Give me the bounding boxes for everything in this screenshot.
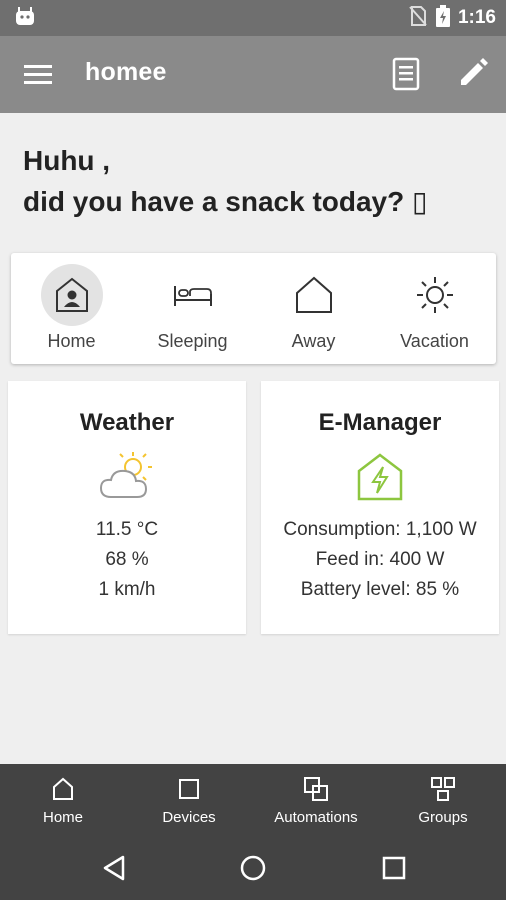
bottom-navigation: Home Devices Automations Groups bbox=[0, 764, 506, 836]
emanager-title: E-Manager bbox=[318, 409, 442, 436]
edit-icon bbox=[461, 58, 488, 85]
nav-home[interactable]: Home bbox=[0, 764, 126, 836]
mode-sleeping[interactable]: Sleeping bbox=[132, 253, 253, 364]
nav-automations[interactable]: Automations bbox=[253, 764, 379, 836]
recents-button[interactable] bbox=[374, 850, 414, 886]
greeting: Huhu , did you have a snack today? ▯ bbox=[23, 140, 493, 222]
bed-icon bbox=[162, 264, 224, 326]
mode-home[interactable]: Home bbox=[11, 253, 132, 364]
mode-away[interactable]: Away bbox=[253, 253, 374, 364]
system-navigation bbox=[0, 836, 506, 900]
weather-temperature: 11.5 °C bbox=[95, 519, 159, 540]
battery-charging-icon bbox=[435, 4, 450, 32]
weather-tile[interactable]: Weather 11.5 °C 68 % 1 km/h bbox=[8, 381, 246, 634]
mode-vacation[interactable]: Vacation bbox=[374, 253, 495, 364]
house-outline-icon bbox=[283, 264, 345, 326]
devices-icon bbox=[177, 776, 201, 807]
mode-label: Away bbox=[291, 331, 336, 351]
android-debug-icon bbox=[14, 6, 36, 31]
menu-icon bbox=[24, 65, 52, 84]
edit-button[interactable] bbox=[456, 56, 490, 92]
status-bar: 1:16 bbox=[0, 0, 506, 36]
circle-home-icon bbox=[240, 855, 266, 881]
home-system-button[interactable] bbox=[233, 850, 273, 886]
back-button[interactable] bbox=[94, 850, 134, 886]
menu-button[interactable] bbox=[22, 60, 54, 90]
nav-devices[interactable]: Devices bbox=[126, 764, 252, 836]
greeting-line-2: did you have a snack today? ▯ bbox=[23, 186, 428, 217]
greeting-line-1: Huhu , bbox=[23, 145, 111, 176]
weather-humidity: 68 % bbox=[105, 549, 149, 570]
sun-icon bbox=[404, 264, 466, 326]
modes-card: Home Sleeping Away Vacation bbox=[11, 253, 496, 364]
home-icon bbox=[51, 776, 75, 807]
weather-title: Weather bbox=[79, 409, 175, 436]
groups-icon bbox=[430, 776, 456, 807]
app-title: homee bbox=[85, 58, 167, 86]
nav-label: Automations bbox=[274, 809, 358, 826]
app-bar: homee bbox=[0, 36, 506, 113]
weather-wind: 1 km/h bbox=[98, 579, 156, 600]
nav-label: Groups bbox=[418, 809, 468, 826]
home-person-icon bbox=[40, 264, 103, 326]
automations-icon bbox=[303, 776, 329, 807]
no-sim-icon bbox=[408, 5, 428, 32]
nav-label: Devices bbox=[162, 809, 216, 826]
emanager-tile[interactable]: E-Manager Consumption: 1,100 W Feed in: … bbox=[261, 381, 499, 634]
mode-label: Vacation bbox=[400, 331, 469, 351]
emanager-feed-in: Feed in: 400 W bbox=[315, 549, 445, 570]
emanager-consumption: Consumption: 1,100 W bbox=[283, 519, 477, 540]
partly-cloudy-icon bbox=[99, 451, 155, 506]
emanager-battery: Battery level: 85 % bbox=[300, 579, 460, 600]
status-time: 1:16 bbox=[457, 7, 496, 28]
mode-label: Sleeping bbox=[157, 331, 228, 351]
document-icon bbox=[392, 57, 420, 91]
mode-label: Home bbox=[47, 331, 96, 351]
energy-house-icon bbox=[355, 451, 405, 508]
log-button[interactable] bbox=[390, 56, 422, 92]
back-icon bbox=[103, 855, 125, 881]
square-recents-icon bbox=[382, 856, 406, 880]
nav-groups[interactable]: Groups bbox=[380, 764, 506, 836]
nav-label: Home bbox=[42, 809, 83, 826]
